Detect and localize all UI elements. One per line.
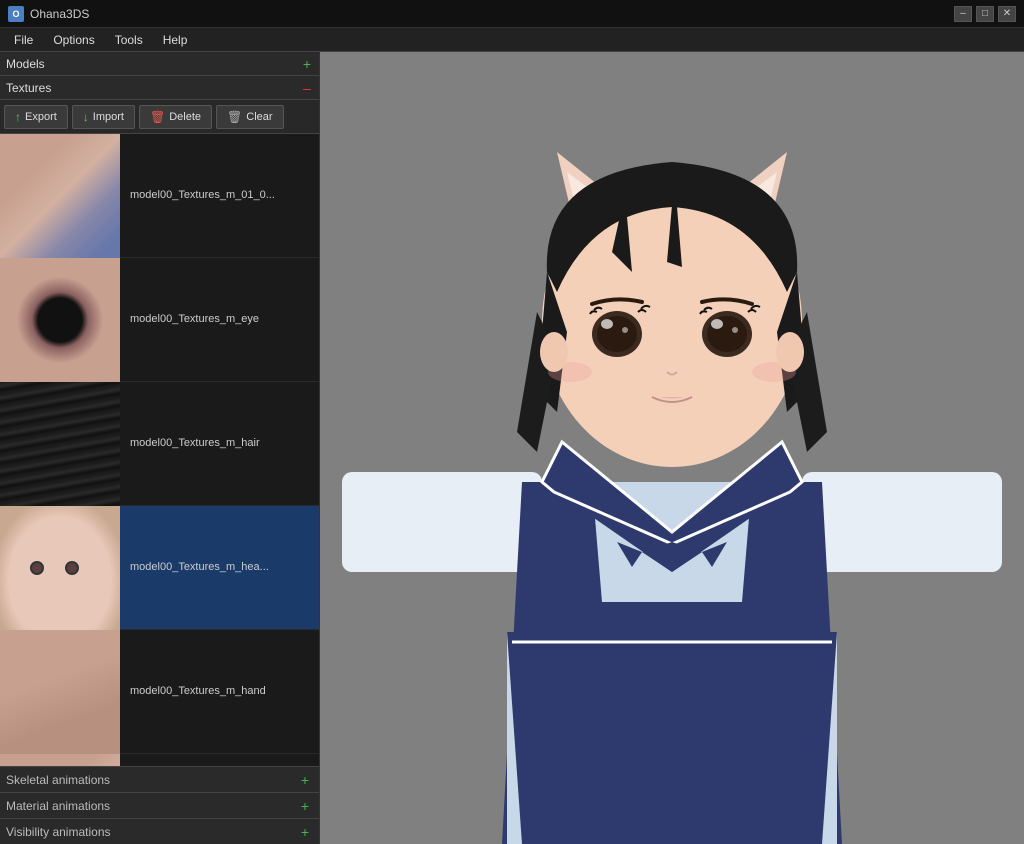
textures-remove-button[interactable]: –	[299, 80, 315, 96]
window-controls: – □ ✕	[954, 6, 1016, 22]
textures-label: Textures	[6, 81, 51, 95]
texture-thumb-0	[0, 134, 120, 258]
visibility-label: Visibility animations	[6, 825, 297, 839]
texture-thumb-5	[0, 754, 120, 767]
character-display	[320, 52, 1024, 844]
menu-tools[interactable]: Tools	[105, 31, 153, 49]
import-icon: ↓	[83, 110, 89, 124]
texture-name-2: model00_Textures_m_hair	[120, 436, 260, 451]
skeletal-add-button[interactable]: +	[297, 772, 313, 788]
material-add-button[interactable]: +	[297, 798, 313, 814]
menubar: File Options Tools Help	[0, 28, 1024, 52]
delete-icon: 🗑	[150, 110, 165, 124]
delete-label: Delete	[169, 111, 201, 123]
material-animations-section[interactable]: Material animations +	[0, 792, 319, 818]
texture-thumb-3	[0, 506, 120, 630]
textures-toolbar: ↑ Export ↓ Import 🗑 Delete 🗑 Clear	[0, 100, 319, 134]
textures-header: Textures –	[0, 76, 319, 100]
main-layout: Models + Textures – ↑ Export ↓ Import 🗑 …	[0, 52, 1024, 844]
delete-button[interactable]: 🗑 Delete	[139, 105, 212, 129]
export-label: Export	[25, 111, 57, 123]
models-label: Models	[6, 57, 45, 71]
skeletal-animations-section[interactable]: Skeletal animations +	[0, 766, 319, 792]
texture-item-5[interactable]: model00_Textures_m_01_0...	[0, 754, 319, 766]
titlebar: O Ohana3DS – □ ✕	[0, 0, 1024, 28]
visibility-add-button[interactable]: +	[297, 824, 313, 840]
models-header: Models +	[0, 52, 319, 76]
animation-sections: Skeletal animations + Material animation…	[0, 766, 319, 844]
character-svg	[320, 52, 1024, 844]
maximize-button[interactable]: □	[976, 6, 994, 22]
export-icon: ↑	[15, 110, 21, 124]
texture-item-2[interactable]: model00_Textures_m_hair	[0, 382, 319, 506]
texture-name-3: model00_Textures_m_hea...	[120, 560, 269, 575]
texture-list[interactable]: model00_Textures_m_01_0... model00_Textu…	[0, 134, 319, 766]
texture-thumb-1	[0, 258, 120, 382]
menu-file[interactable]: File	[4, 31, 43, 49]
texture-name-1: model00_Textures_m_eye	[120, 312, 259, 327]
material-label: Material animations	[6, 799, 297, 813]
import-label: Import	[93, 111, 124, 123]
export-button[interactable]: ↑ Export	[4, 105, 68, 129]
clear-button[interactable]: 🗑 Clear	[216, 105, 284, 129]
texture-item-0[interactable]: model00_Textures_m_01_0...	[0, 134, 319, 258]
texture-item-1[interactable]: model00_Textures_m_eye	[0, 258, 319, 382]
app-title: Ohana3DS	[30, 7, 954, 21]
3d-viewport[interactable]	[320, 52, 1024, 844]
minimize-button[interactable]: –	[954, 6, 972, 22]
texture-name-4: model00_Textures_m_hand	[120, 684, 266, 699]
texture-item-4[interactable]: model00_Textures_m_hand	[0, 630, 319, 754]
left-panel: Models + Textures – ↑ Export ↓ Import 🗑 …	[0, 52, 320, 844]
app-icon: O	[8, 6, 24, 22]
texture-thumb-4	[0, 630, 120, 754]
close-button[interactable]: ✕	[998, 6, 1016, 22]
models-add-button[interactable]: +	[299, 56, 315, 72]
clear-icon: 🗑	[227, 110, 242, 124]
import-button[interactable]: ↓ Import	[72, 105, 135, 129]
menu-options[interactable]: Options	[43, 31, 104, 49]
visibility-animations-section[interactable]: Visibility animations +	[0, 818, 319, 844]
menu-help[interactable]: Help	[153, 31, 198, 49]
texture-name-0: model00_Textures_m_01_0...	[120, 188, 275, 203]
texture-item-3[interactable]: model00_Textures_m_hea...	[0, 506, 319, 630]
clear-label: Clear	[246, 111, 272, 123]
texture-thumb-2	[0, 382, 120, 506]
skeletal-label: Skeletal animations	[6, 773, 297, 787]
